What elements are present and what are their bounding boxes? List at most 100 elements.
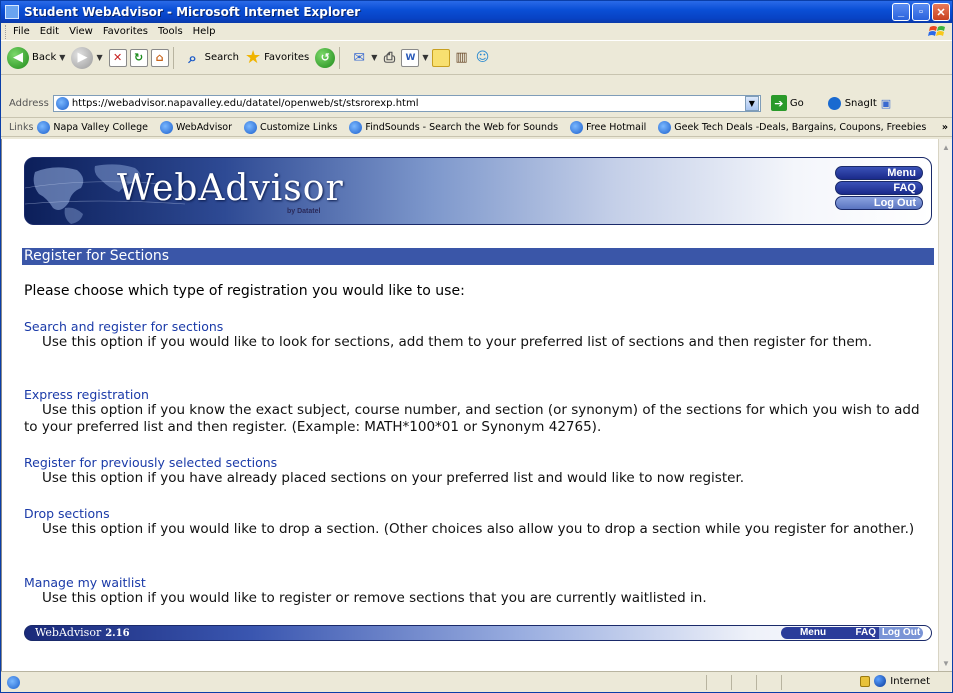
edit-dropdown-icon[interactable]: ▼ xyxy=(422,53,428,62)
footer-menu-button[interactable]: Menu xyxy=(781,627,845,639)
close-button[interactable]: ✕ xyxy=(932,3,950,21)
menu-view[interactable]: View xyxy=(64,26,98,37)
manage-waitlist-link[interactable]: Manage my waitlist xyxy=(24,575,929,590)
history-icon[interactable]: ↺ xyxy=(315,47,336,68)
option-drop-sections: Drop sections Use this option if you wou… xyxy=(24,506,929,538)
links-item[interactable]: Napa Valley College xyxy=(37,120,148,134)
favorites-label: Favorites xyxy=(264,52,310,63)
back-dropdown-icon[interactable]: ▼ xyxy=(59,53,65,62)
search-button[interactable]: ⌕ Search xyxy=(184,49,239,67)
browser-window: Student WebAdvisor - Microsoft Internet … xyxy=(0,0,953,693)
discuss-icon[interactable] xyxy=(431,48,450,67)
option-description: Use this option if you would like to dro… xyxy=(42,521,915,537)
footer-brand: WebAdvisor 2.16 xyxy=(35,626,130,641)
snagit-icon xyxy=(827,96,841,110)
link-page-icon xyxy=(160,120,173,134)
menu-favorites[interactable]: Favorites xyxy=(98,26,153,37)
word-edit-icon[interactable]: W xyxy=(401,48,420,67)
search-register-link[interactable]: Search and register for sections xyxy=(24,319,929,334)
window-title: Student WebAdvisor - Microsoft Internet … xyxy=(24,5,361,19)
drop-sections-link[interactable]: Drop sections xyxy=(24,506,929,521)
links-item[interactable]: FindSounds - Search the Web for Sounds xyxy=(349,120,558,134)
search-icon: ⌕ xyxy=(188,48,197,67)
app-icon xyxy=(5,5,19,19)
log-out-button[interactable]: Log Out xyxy=(835,196,923,210)
favorites-button[interactable]: ★ Favorites xyxy=(245,47,309,68)
print-icon[interactable]: ⎙ xyxy=(380,49,398,67)
previously-selected-link[interactable]: Register for previously selected section… xyxy=(24,455,929,470)
links-item[interactable]: Free Hotmail xyxy=(570,120,646,134)
status-panel-divider xyxy=(756,675,757,690)
option-manage-waitlist: Manage my waitlist Use this option if yo… xyxy=(24,575,929,607)
webadvisor-logo: WebAdvisor xyxy=(117,168,344,209)
address-input[interactable]: https://webadvisor.napavalley.edu/datate… xyxy=(52,94,761,112)
links-item-label: Geek Tech Deals -Deals, Bargains, Coupon… xyxy=(674,121,927,133)
title-bar[interactable]: Student WebAdvisor - Microsoft Internet … xyxy=(1,1,952,23)
back-button[interactable]: ◀ Back ▼ xyxy=(7,46,65,69)
snagit-window-icon[interactable]: ▣ xyxy=(881,97,891,110)
page-title: Register for Sections xyxy=(22,248,934,265)
maximize-button[interactable]: ▫ xyxy=(912,3,930,21)
refresh-icon[interactable]: ↻ xyxy=(129,48,148,67)
footer-faq-button[interactable]: FAQ xyxy=(845,627,879,639)
faq-button[interactable]: FAQ xyxy=(835,181,923,195)
toolbar-separator xyxy=(339,46,341,69)
research-icon[interactable]: ▥ xyxy=(453,49,471,67)
datatel-byline: by Datatel xyxy=(287,208,321,215)
window-controls: _ ▫ ✕ xyxy=(892,3,950,21)
option-search-register: Search and register for sections Use thi… xyxy=(24,319,929,351)
standard-toolbar: ◀ Back ▼ ▶ ▼ ✕ ↻ ⌂ ⌕ Search ★ Favorites … xyxy=(1,41,952,75)
option-description: Use this option if you would like to reg… xyxy=(42,590,707,606)
option-description: Use this option if you know the exact su… xyxy=(24,402,920,435)
link-page-icon xyxy=(349,120,363,134)
go-arrow-icon: ➔ xyxy=(770,95,787,111)
links-label: Links xyxy=(9,121,34,133)
footer-log-out-button[interactable]: Log Out xyxy=(879,627,923,639)
intro-text: Please choose which type of registration… xyxy=(24,283,465,299)
go-label: Go xyxy=(789,97,804,109)
links-item[interactable]: Customize Links xyxy=(244,120,338,134)
snagit-label: SnagIt xyxy=(844,97,877,109)
favorites-star-icon: ★ xyxy=(244,47,262,68)
menu-help[interactable]: Help xyxy=(188,26,221,37)
forward-dropdown-icon[interactable]: ▼ xyxy=(96,53,102,62)
link-page-icon xyxy=(37,120,51,134)
mail-dropdown-icon[interactable]: ▼ xyxy=(371,53,377,62)
links-more-chevron-icon[interactable]: » xyxy=(942,122,948,133)
page-content: WebAdvisor by Datatel Menu FAQ Log Out R… xyxy=(1,139,938,671)
menu-file[interactable]: File xyxy=(8,26,35,37)
mail-icon[interactable]: ✉ xyxy=(350,49,368,67)
links-item-label: WebAdvisor xyxy=(176,121,233,133)
status-panel-divider xyxy=(706,675,707,690)
address-dropdown-icon[interactable]: ▼ xyxy=(744,95,759,111)
menu-tools[interactable]: Tools xyxy=(153,26,188,37)
links-item-label: Customize Links xyxy=(260,121,338,133)
snagit-button[interactable]: SnagIt ▣ xyxy=(827,96,891,110)
menu-button[interactable]: Menu xyxy=(835,166,923,180)
links-item[interactable]: Geek Tech Deals -Deals, Bargains, Coupon… xyxy=(658,120,927,134)
scroll-up-icon[interactable]: ▲ xyxy=(939,139,953,155)
back-arrow-icon: ◀ xyxy=(7,46,29,69)
home-icon[interactable]: ⌂ xyxy=(150,48,169,67)
forward-button[interactable]: ▶ ▼ xyxy=(71,46,103,69)
status-panel-divider xyxy=(781,675,782,690)
windows-logo-icon xyxy=(928,26,945,36)
minimize-button[interactable]: _ xyxy=(892,3,910,21)
internet-globe-icon xyxy=(874,675,887,687)
zone-label: Internet xyxy=(890,675,930,687)
menu-edit[interactable]: Edit xyxy=(35,26,64,37)
vertical-scrollbar[interactable]: ▲ ▼ xyxy=(938,139,952,671)
page-icon xyxy=(55,96,69,110)
toolbar-separator xyxy=(172,46,174,69)
back-label: Back xyxy=(32,52,57,63)
links-item[interactable]: WebAdvisor xyxy=(160,120,233,134)
option-previously-selected: Register for previously selected section… xyxy=(24,455,929,487)
stop-icon[interactable]: ✕ xyxy=(108,48,127,67)
address-label: Address xyxy=(9,97,49,109)
webadvisor-footer: WebAdvisor 2.16 Menu FAQ Log Out xyxy=(24,625,932,641)
go-button[interactable]: ➔ Go xyxy=(770,95,804,111)
express-registration-link[interactable]: Express registration xyxy=(24,387,929,402)
messenger-icon[interactable]: ☺ xyxy=(474,49,492,67)
scroll-down-icon[interactable]: ▼ xyxy=(939,655,953,671)
address-url[interactable]: https://webadvisor.napavalley.edu/datate… xyxy=(72,98,419,109)
